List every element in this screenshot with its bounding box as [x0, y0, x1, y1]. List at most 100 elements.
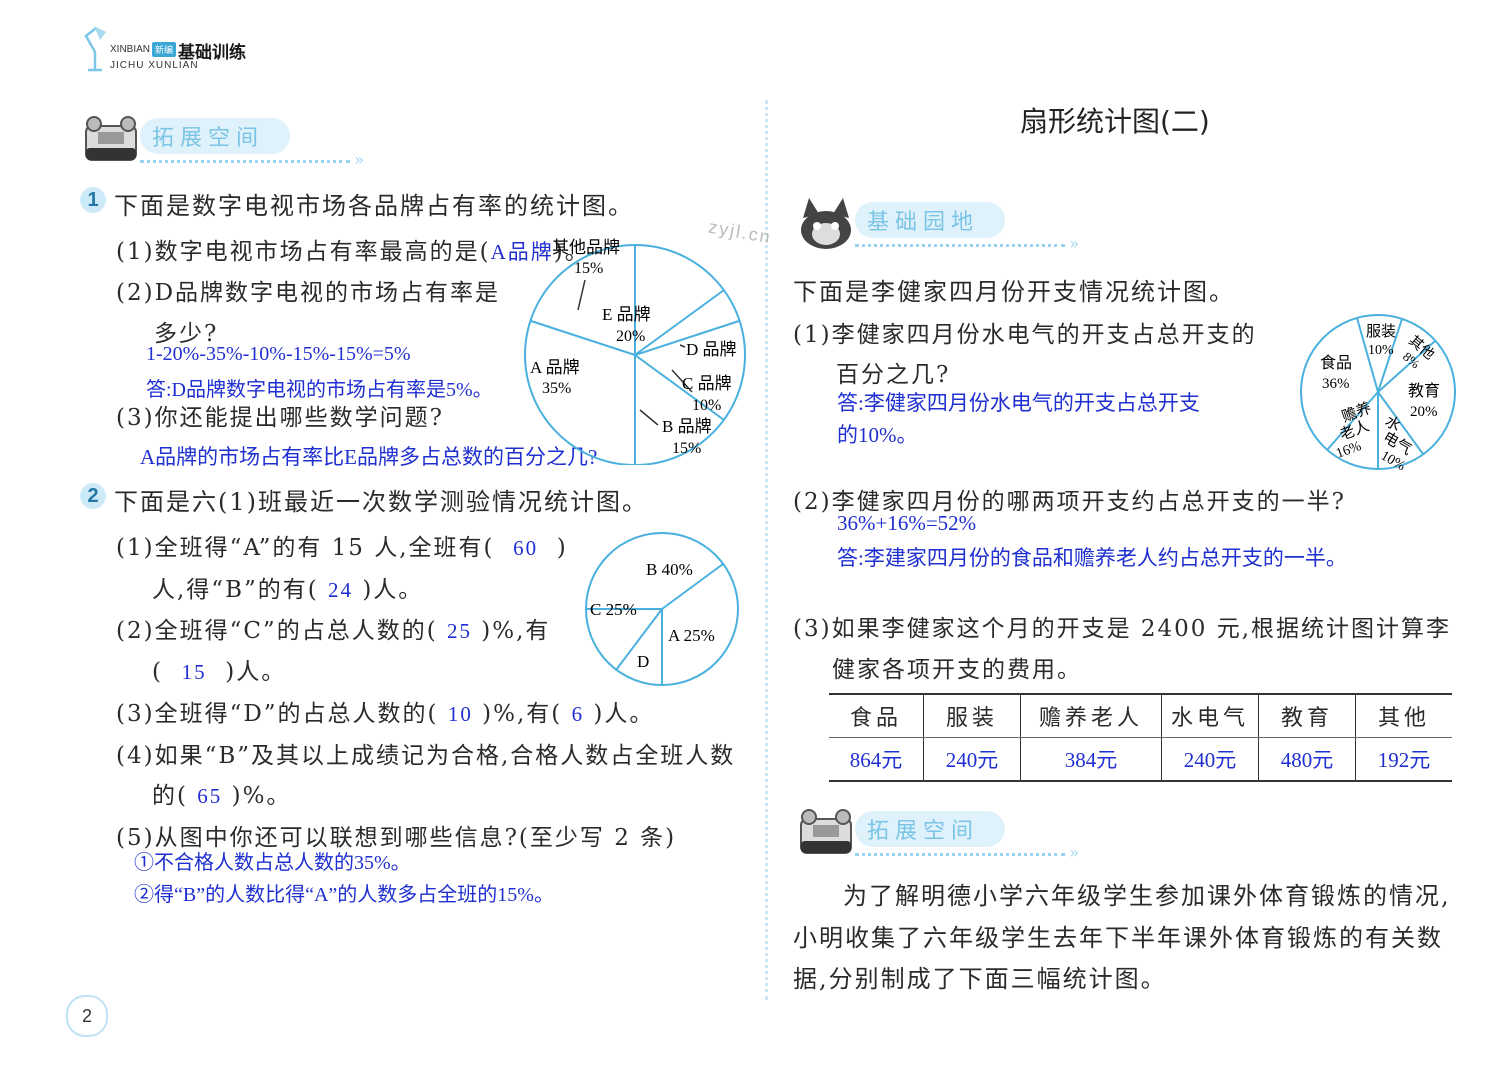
pie1-label-a: A 品牌	[530, 358, 580, 377]
q2-part2-end: )人。	[225, 659, 287, 685]
pie1-label-c: C 品牌	[682, 374, 732, 393]
expense-pie-chart: 服装 10% 其他 8% 食品 36% 教育 20% 赡养 老人 16% 水 电…	[1300, 314, 1456, 474]
q2-part4-open: 的(	[152, 783, 188, 809]
pie3-label-clothes: 服装	[1366, 323, 1396, 340]
q2-part1-close: )	[556, 535, 568, 561]
r-q3-line1: (3)如果李健家这个月的开支是 2400 元,根据统计图计算李	[793, 616, 1452, 642]
q1-part1: (1)数字电视市场占有率最高的是(A品牌)。	[116, 232, 590, 266]
section-header-expand-left: 拓展空间	[80, 112, 380, 169]
q2-part2-text: (2)全班得“C”的占总人数的(	[116, 618, 438, 644]
pie1-label-e: E 品牌	[602, 305, 651, 324]
q2-part3-text: (3)全班得“D”的占总人数的(	[116, 701, 439, 727]
section-header-basics: 基础园地	[795, 196, 1095, 253]
pie3-label-edu-pct: 20%	[1410, 404, 1438, 420]
pie1-label-c-pct: 10%	[692, 397, 721, 414]
pie2-label-a: A 25%	[668, 626, 715, 645]
q2-blank-b-count: 24	[328, 578, 354, 602]
pie1-label-other: 其他品牌	[552, 238, 620, 257]
q2-part3-end: )人。	[593, 701, 655, 727]
section-title: 拓展空间	[140, 118, 290, 154]
q2-part1-line1: (1)全班得“A”的有 15 人,全班有( 60 )	[116, 528, 568, 562]
dotted-underline	[140, 150, 364, 169]
q2-part2-line2: ( 15 )人。	[152, 652, 286, 686]
q2-part1-line2: 人,得“B”的有( 24 )人。	[152, 570, 423, 604]
r-q2-answer: 答:李建家四月份的食品和赡养老人约占总开支的一半。	[837, 546, 1347, 570]
r-q1-line2: 百分之几?	[836, 362, 951, 388]
pie3-label-elder-pct: 16%	[1334, 439, 1364, 462]
q1-part3: (3)你还能提出哪些数学问题?	[116, 405, 444, 431]
table-header-cell: 其他	[1355, 693, 1452, 738]
table-cell: 192元	[1355, 737, 1452, 782]
page-title: 扇形统计图(二)	[1020, 105, 1210, 138]
pie1-leader-line	[679, 344, 686, 348]
pie1-leader-line	[639, 409, 659, 426]
table-header-cell: 赡养老人	[1020, 693, 1162, 738]
table-row: 864元 240元 384元 240元 480元 192元	[829, 737, 1452, 782]
r-q2-calc: 36%+16%=52%	[837, 511, 977, 535]
q2-part4-line1: (4)如果“B”及其以上成绩记为合格,合格人数占全班人数	[116, 743, 736, 769]
question-number-1: 1	[80, 187, 106, 213]
pie3-label-edu: 教育	[1408, 382, 1440, 400]
table-header-row: 食品 服装 赡养老人 水电气 教育 其他	[829, 693, 1452, 738]
q2-part2-mid: )%,有	[481, 618, 551, 644]
extension-paragraph-line2: 小明收集了六年级学生去年下半年课外体育锻炼的有关数	[793, 924, 1443, 952]
brand-share-pie-chart: 其他品牌 15% E 品牌 20% D 品牌 C 品牌 10% A 品牌 35%…	[524, 238, 746, 465]
q2-blank-d-pct: 10	[447, 702, 473, 726]
logo-pinyin-1: XINBIAN	[110, 44, 151, 55]
rabbit-mascot-icon	[801, 198, 851, 249]
table-header-cell: 水电气	[1161, 693, 1259, 738]
dotted-underline	[855, 234, 1079, 253]
pie2-label-d: D	[637, 652, 649, 671]
q2-blank-total: 60	[513, 536, 539, 560]
q2-part3-mid: )%,有(	[482, 701, 563, 727]
box-mascot-icon	[85, 116, 137, 161]
q2-part5-answer2: ②得“B”的人数比得“A”的人数多占全班的15%。	[134, 884, 554, 906]
q2-part2-line1: (2)全班得“C”的占总人数的( 25 )%,有	[116, 611, 550, 645]
q2-blank-c-count: 15	[181, 660, 207, 684]
table-header-cell: 食品	[829, 693, 924, 738]
section-title: 拓展空间	[855, 811, 1005, 847]
extension-paragraph-line3: 据,分别制成了下面三幅统计图。	[793, 965, 1167, 993]
q2-part5-answer1: ①不合格人数占总人数的35%。	[134, 852, 411, 874]
r-q3-line2: 健家各项开支的费用。	[832, 657, 1082, 683]
q2-part1-text2: 人,得“B”的有(	[152, 577, 319, 603]
pie3-label-food-pct: 36%	[1322, 376, 1350, 392]
expense-table: 食品 服装 赡养老人 水电气 教育 其他 864元 240元 384元 240元…	[829, 693, 1452, 782]
logo-pinyin-2: JICHU XUNLIAN	[110, 60, 199, 71]
question-number-2: 2	[80, 483, 106, 509]
dotted-underline	[855, 843, 1079, 862]
q2-part4-end: )%。	[231, 783, 292, 809]
table-header-cell: 教育	[1258, 693, 1356, 738]
pie2-label-b: B 40%	[646, 560, 693, 579]
table-header-cell: 服装	[923, 693, 1021, 738]
r-q1-line1: (1)李健家四月份水电气的开支占总开支的	[793, 322, 1257, 348]
q2-part4-line2: 的( 65 )%。	[152, 776, 291, 810]
table-cell: 240元	[923, 737, 1021, 782]
q2-blank-c-pct: 25	[446, 619, 472, 643]
lamp-icon	[84, 26, 106, 72]
pie1-label-d: D 品牌	[686, 340, 737, 359]
expense-intro: 下面是李健家四月份开支情况统计图。	[793, 278, 1235, 306]
page-number: 2	[66, 995, 108, 1037]
pie1-label-a-pct: 35%	[542, 380, 571, 397]
q2-part1-end: )人。	[362, 577, 424, 603]
extension-paragraph-line1: 为了解明德小学六年级学生参加课外体育锻炼的情况,	[843, 882, 1451, 910]
q2-blank-pass-pct: 65	[197, 784, 223, 808]
q2-part3: (3)全班得“D”的占总人数的( 10 )%,有( 6 )人。	[116, 694, 654, 728]
table-cell: 480元	[1258, 737, 1356, 782]
q1-part2-line1: (2)D品牌数字电视的市场占有率是	[116, 280, 501, 306]
r-q1-answer-2: 的10%。	[837, 423, 918, 447]
table-cell: 864元	[829, 737, 924, 782]
pie1-label-b: B 品牌	[662, 417, 712, 436]
q1-part2-calc: 1-20%-35%-10%-15%-15%=5%	[146, 343, 411, 365]
q2-blank-d-count: 6	[571, 702, 585, 726]
pie3-label-clothes-pct: 10%	[1368, 343, 1394, 358]
section-header-expand-right: 拓展空间	[795, 805, 1095, 862]
q1-title: 下面是数字电视市场各品牌占有率的统计图。	[114, 192, 634, 220]
pie1-label-e-pct: 20%	[616, 328, 645, 345]
table-cell: 240元	[1161, 737, 1259, 782]
q2-part2-open: (	[152, 659, 163, 685]
box-mascot-icon	[800, 809, 852, 854]
section-title: 基础园地	[855, 202, 1005, 238]
pie3-label-food: 食品	[1320, 354, 1352, 372]
